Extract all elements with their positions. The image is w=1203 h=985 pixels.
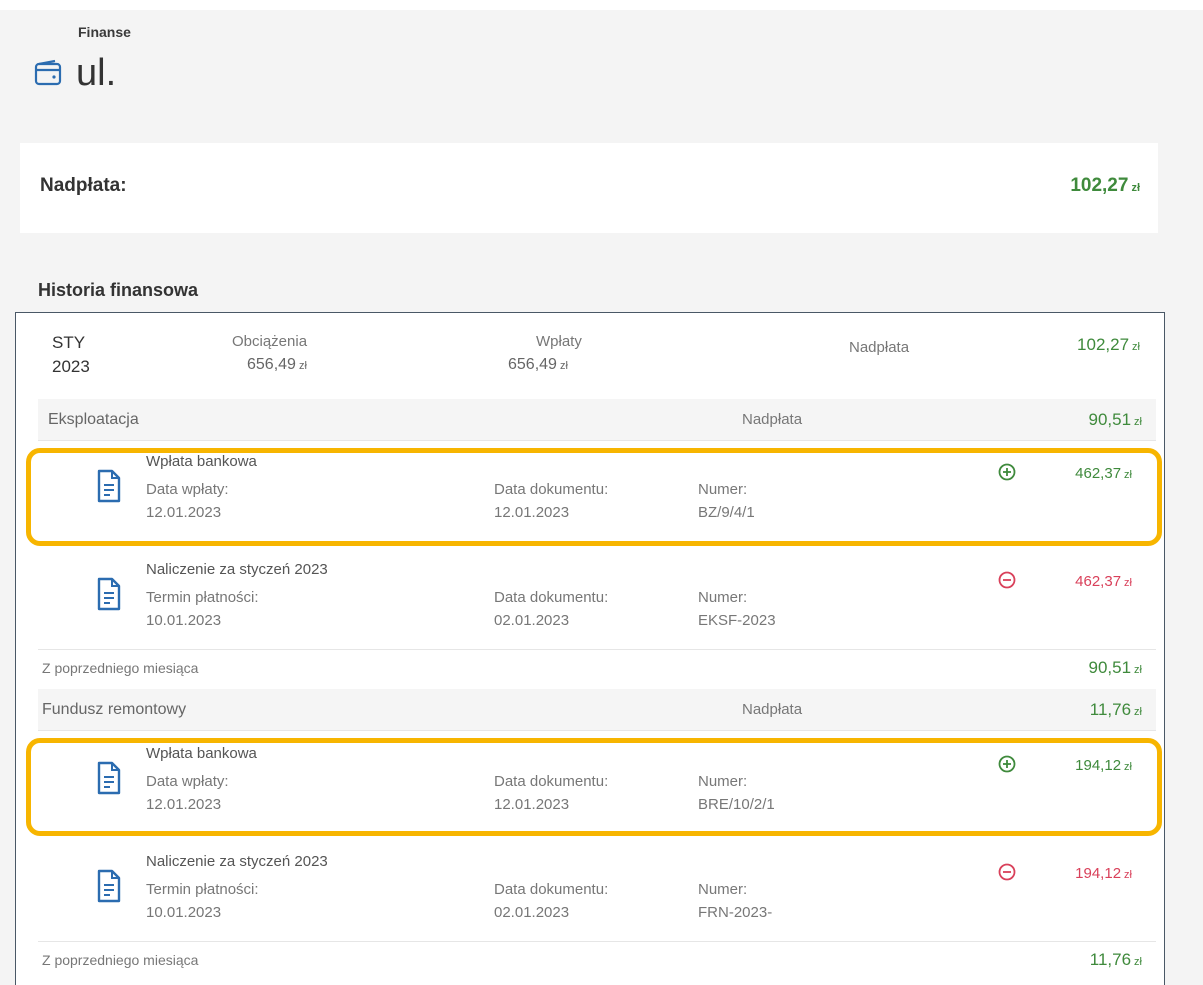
category-status-amount: 90,51 (1088, 410, 1132, 429)
balance-value: 102,27 zł (1070, 175, 1140, 197)
currency-label: zł (1134, 664, 1142, 676)
payments-value: 656,49 zł (508, 356, 568, 374)
date-value: 10.01.2023 (146, 904, 222, 921)
page-title: ul. (76, 52, 117, 94)
transaction-row[interactable]: Naliczenie za styczeń 2023 Termin płatno… (38, 549, 1156, 657)
transaction-title: Naliczenie za styczeń 2023 (146, 853, 328, 870)
currency-label: zł (1134, 416, 1142, 428)
number-label: Numer: (698, 881, 748, 898)
balance-card: Nadpłata: 102,27 zł (20, 143, 1158, 233)
charges-label: Obciążenia (232, 333, 308, 350)
previous-month-value: 90,51 zł (1089, 658, 1143, 678)
highlight-frame (26, 738, 1162, 836)
document-date-label: Data dokumentu: (494, 589, 609, 606)
category-name: Fundusz remontowy (42, 701, 187, 718)
currency-label: zł (1124, 869, 1132, 881)
balance-label: Nadpłata: (40, 175, 127, 196)
category-status-amount: 11,76 (1089, 700, 1132, 719)
document-date-value: 02.01.2023 (494, 612, 570, 629)
category-status-label: Nadpłata (742, 701, 803, 718)
month-name: STY (52, 333, 86, 352)
category-row[interactable]: Fundusz remontowy Nadpłata 11,76 zł (38, 689, 1156, 731)
month-label[interactable]: STY 2023 (52, 331, 90, 379)
wallet-icon (34, 59, 62, 86)
currency-label: zł (1132, 341, 1140, 353)
finance-history-panel: STY 2023 Obciążenia 656,49 zł Wpłaty 656,… (15, 312, 1165, 985)
previous-month-row: Z poprzedniego miesiąca 11,76 zł (38, 941, 1156, 977)
minus-circle-icon (998, 863, 1016, 881)
balance-amount: 102,27 (1070, 175, 1129, 196)
previous-month-label: Z poprzedniego miesiąca (42, 660, 199, 676)
balance-currency: zł (1131, 182, 1140, 194)
date-label: Termin płatności: (146, 881, 259, 898)
top-crop-strip (0, 0, 1203, 10)
history-heading: Historia finansowa (38, 280, 199, 300)
previous-month-amount: 11,76 (1089, 950, 1132, 969)
transaction-title: Naliczenie za styczeń 2023 (146, 561, 328, 578)
amount-value: 194,12 (1075, 865, 1122, 882)
charges-amount: 656,49 (247, 356, 296, 373)
minus-circle-icon (998, 571, 1016, 589)
category-row[interactable]: Eksploatacja Nadpłata 90,51 zł (38, 399, 1156, 441)
previous-month-label: Z poprzedniego miesiąca (42, 952, 199, 968)
charges-value: 656,49 zł (247, 356, 307, 374)
transaction-amount: 462,37 zł (1075, 573, 1132, 590)
category-name: Eksploatacja (48, 411, 139, 428)
currency-label: zł (1134, 956, 1142, 968)
document-icon (97, 577, 121, 611)
date-value: 10.01.2023 (146, 612, 222, 629)
number-value: EKSF-2023 (698, 612, 776, 629)
currency-label: zł (298, 360, 307, 372)
currency-label: zł (1134, 706, 1142, 718)
category-status-value: 90,51 zł (1089, 410, 1143, 430)
transaction-row[interactable]: Naliczenie za styczeń 2023 Termin płatno… (38, 841, 1156, 949)
previous-month-row: Z poprzedniego miesiąca 90,51 zł (38, 649, 1156, 685)
previous-month-value: 11,76 zł (1090, 950, 1142, 970)
category-status-value: 11,76 zł (1090, 700, 1142, 720)
amount-value: 462,37 (1075, 573, 1122, 590)
currency-label: zł (1124, 577, 1132, 589)
section-label: Finanse (78, 24, 131, 40)
payments-amount: 656,49 (508, 356, 557, 373)
date-label: Termin płatności: (146, 589, 259, 606)
transaction-amount: 194,12 zł (1075, 865, 1132, 882)
month-status-label: Nadpłata (849, 339, 910, 356)
number-value: FRN-2023- (698, 904, 773, 921)
number-label: Numer: (698, 589, 748, 606)
document-date-value: 02.01.2023 (494, 904, 570, 921)
month-year: 2023 (52, 357, 90, 376)
highlight-frame (26, 448, 1162, 546)
payments-label: Wpłaty (536, 333, 582, 350)
month-status-value: 102,27 zł (1077, 335, 1140, 355)
document-date-label: Data dokumentu: (494, 881, 609, 898)
previous-month-amount: 90,51 (1088, 658, 1132, 677)
month-status-amount: 102,27 (1077, 335, 1130, 354)
currency-label: zł (559, 360, 568, 372)
category-status-label: Nadpłata (742, 411, 803, 428)
document-icon (97, 869, 121, 903)
